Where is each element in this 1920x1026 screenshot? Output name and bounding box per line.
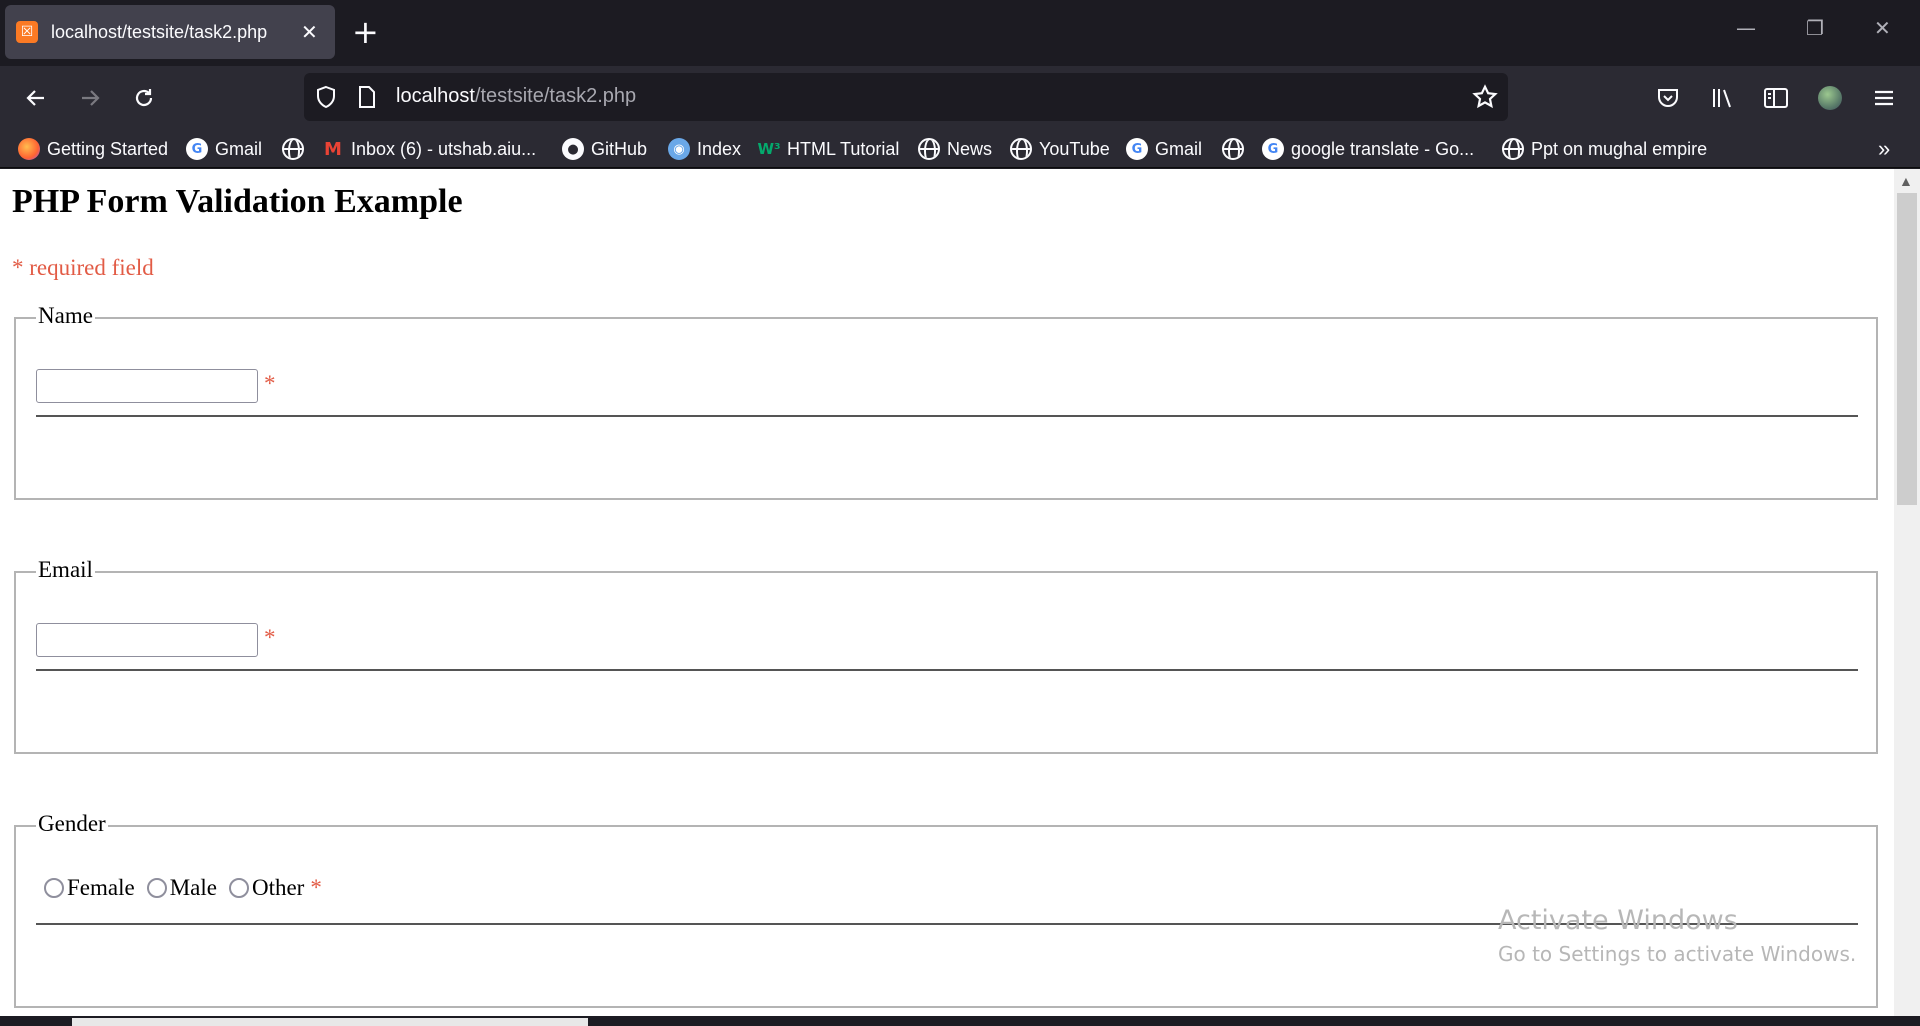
page-content: PHP Form Validation Example * required f… (0, 169, 1894, 1016)
bookmark-item[interactable]: Ggoogle translate - Go... (1262, 135, 1474, 163)
google-icon: G (186, 138, 208, 160)
required-star: * (310, 875, 322, 900)
globe-icon (1222, 138, 1244, 160)
w3schools-icon: W³ (757, 140, 781, 158)
bookmark-item[interactable] (1222, 135, 1251, 163)
gender-option-female[interactable]: Female (44, 875, 135, 901)
bookmark-item[interactable]: News (918, 135, 992, 163)
taskbar-strip (0, 1016, 1920, 1026)
tab-title: localhost/testsite/task2.php (51, 21, 268, 42)
bookmark-item[interactable]: ◉ Index (668, 135, 741, 163)
globe-icon (1502, 138, 1524, 160)
divider (36, 415, 1858, 417)
bookmarks-toolbar: Getting Started G Gmail M Inbox (6) - utsh… (0, 130, 1920, 168)
radio-male[interactable] (146, 878, 167, 898)
bookmark-item[interactable] (282, 135, 311, 163)
minimize-icon[interactable]: — (1736, 16, 1756, 40)
name-input[interactable] (36, 369, 258, 403)
tab-strip: ☒ localhost/testsite/task2.php ✕ + — ❐ ✕ (0, 0, 1920, 66)
gender-options: Female Male Other * (44, 875, 322, 901)
globe-icon (282, 138, 304, 160)
sidebar-icon[interactable] (1758, 80, 1794, 116)
navigation-toolbar: localhost/testsite/task2.php (0, 66, 1920, 130)
more-bookmarks-icon[interactable]: » (1878, 135, 1890, 163)
required-field-note: * required field (12, 255, 154, 280)
bookmark-item[interactable]: Getting Started (18, 135, 168, 163)
firefox-icon (18, 138, 40, 160)
restore-icon[interactable]: ❐ (1806, 16, 1824, 40)
watermark-line2: Go to Settings to activate Windows. (1498, 942, 1857, 966)
close-tab-icon[interactable]: ✕ (301, 20, 318, 45)
watermark-line1: Activate Windows (1498, 905, 1738, 936)
email-fieldset: Email * (14, 557, 1878, 754)
windows-activation-watermark: Activate Windows Go to Settings to activ… (1498, 905, 1856, 966)
globe-icon (1010, 138, 1032, 160)
bookmark-item[interactable]: M Inbox (6) - utshab.aiu... (322, 135, 536, 163)
gender-legend: Gender (36, 811, 108, 837)
library-icon[interactable] (1704, 80, 1740, 116)
email-input[interactable] (36, 623, 258, 657)
reload-icon[interactable] (126, 80, 162, 116)
required-star: * (264, 371, 276, 396)
url-text[interactable]: localhost/testsite/task2.php (396, 85, 636, 108)
account-avatar-icon[interactable] (1812, 80, 1848, 116)
email-legend: Email (36, 557, 95, 583)
forward-icon[interactable] (72, 80, 108, 116)
name-legend: Name (36, 303, 95, 329)
bookmark-item[interactable]: G Gmail (1126, 135, 1202, 163)
page-title: PHP Form Validation Example (12, 183, 463, 220)
xampp-icon: ☒ (16, 21, 38, 43)
page-info-icon[interactable] (356, 85, 378, 114)
bookmark-star-icon[interactable] (1472, 84, 1498, 115)
globe-icon (918, 138, 940, 160)
gender-option-male[interactable]: Male (146, 875, 217, 901)
browser-tab[interactable]: ☒ localhost/testsite/task2.php ✕ (5, 5, 335, 59)
scrollbar-thumb[interactable] (1897, 193, 1917, 505)
scroll-up-icon[interactable]: ▲ (1899, 173, 1913, 189)
bookmark-item[interactable]: Ppt on mughal empire (1502, 135, 1707, 163)
address-bar[interactable]: localhost/testsite/task2.php (304, 73, 1508, 121)
close-window-icon[interactable]: ✕ (1874, 16, 1891, 40)
radio-other[interactable] (228, 878, 249, 898)
pocket-icon[interactable] (1650, 80, 1686, 116)
menu-icon[interactable] (1866, 80, 1902, 116)
google-icon: G (1262, 138, 1284, 160)
github-icon: ● (562, 138, 584, 160)
google-icon: G (1126, 138, 1148, 160)
bookmark-item[interactable]: ● GitHub (562, 135, 647, 163)
gmail-icon: M (324, 138, 342, 160)
divider (36, 669, 1858, 671)
index-icon: ◉ (668, 138, 690, 160)
required-star: * (264, 625, 276, 650)
bookmark-item[interactable]: YouTube (1010, 135, 1110, 163)
bookmark-item[interactable]: W³ HTML Tutorial (757, 135, 899, 163)
back-icon[interactable] (18, 80, 54, 116)
gender-option-other[interactable]: Other (228, 875, 304, 901)
shield-icon[interactable] (314, 85, 338, 114)
bookmark-item[interactable]: G Gmail (186, 135, 262, 163)
new-tab-icon[interactable]: + (352, 14, 379, 50)
horizontal-scrollbar-thumb[interactable] (72, 1018, 588, 1026)
name-fieldset: Name * (14, 303, 1878, 500)
vertical-scrollbar[interactable]: ▲ (1894, 169, 1920, 1016)
radio-female[interactable] (44, 878, 64, 898)
